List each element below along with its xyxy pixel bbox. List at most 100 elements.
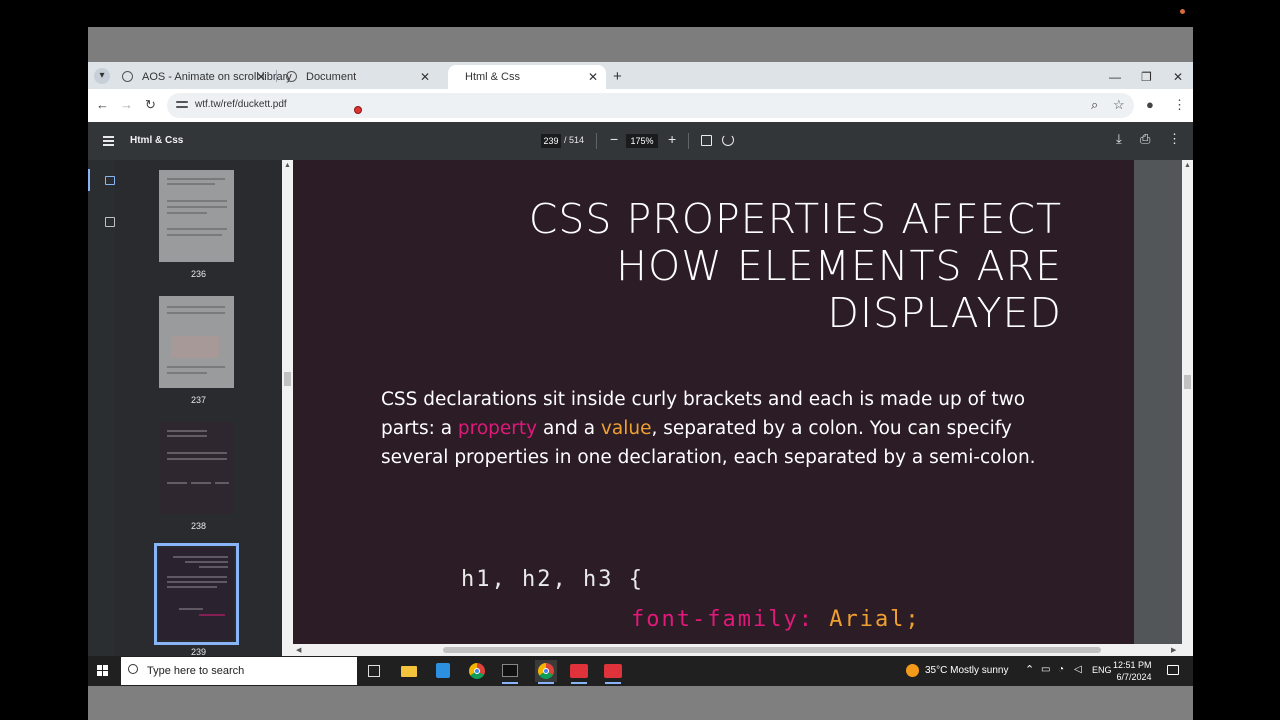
active-indicator (88, 169, 90, 191)
scroll-up-arrow-icon[interactable]: ▲ (1184, 162, 1191, 169)
vscode-icon[interactable] (432, 660, 454, 682)
thumbnail-page[interactable] (159, 422, 234, 514)
screen-recorder-icon[interactable] (568, 660, 590, 684)
thumbnail-page[interactable] (159, 170, 234, 262)
weather-text[interactable]: 35°C Mostly sunny (925, 665, 1008, 676)
tab-separator (276, 70, 277, 82)
zoom-icon[interactable]: ⌕ (1091, 96, 1098, 114)
code-value: Arial; (829, 607, 921, 632)
search-icon (128, 664, 138, 674)
toolbar-divider (688, 133, 689, 149)
page-total: / 514 (564, 135, 585, 145)
file-explorer-icon[interactable] (398, 660, 420, 682)
tab-title: Document (306, 71, 357, 83)
document-scrollbar[interactable]: ▲ ▼ (1182, 160, 1193, 684)
chevron-up-icon[interactable]: ⌃ (1025, 663, 1034, 676)
clock-date: 6/7/2024 (1116, 672, 1152, 682)
zoom-out-icon[interactable]: − (610, 131, 618, 147)
recording-indicator (1180, 9, 1185, 14)
volume-icon[interactable]: ◁ (1074, 664, 1082, 675)
close-window-icon[interactable]: ✕ (1173, 65, 1183, 89)
chrome-active-icon[interactable] (535, 660, 557, 684)
scroll-left-arrow-icon[interactable]: ◀ (296, 646, 301, 654)
bottom-letterbox (88, 686, 1193, 720)
screen-recorder-icon[interactable] (602, 660, 624, 684)
page-heading: CSS PROPERTIES AFFECT HOW ELEMENTS ARE D… (529, 196, 1062, 337)
profile-icon[interactable]: ● (1146, 96, 1154, 114)
scrollbar-thumb[interactable] (443, 647, 1101, 653)
thumbnails-icon[interactable] (105, 176, 115, 185)
windows-taskbar: Type here to search 35°C Mostly sunny ⌃ … (88, 656, 1193, 686)
scrollbar-thumb[interactable] (284, 372, 291, 386)
fit-page-icon[interactable] (701, 135, 712, 146)
scroll-up-arrow-icon[interactable]: ▲ (284, 162, 291, 169)
back-arrow-icon[interactable]: ← (96, 96, 109, 114)
site-info-icon[interactable] (176, 99, 188, 111)
wifi-icon[interactable]: ◔ (1058, 664, 1064, 675)
kebab-menu-icon[interactable]: ⋮ (1173, 96, 1186, 114)
forward-arrow-icon[interactable]: → (120, 96, 133, 114)
chrome-icon[interactable] (466, 660, 488, 682)
zoom-level-input[interactable]: 175% (626, 134, 658, 148)
paragraph-text: and a (537, 418, 601, 439)
scrollbar-thumb[interactable] (1184, 375, 1191, 389)
tab-aos[interactable]: AOS - Animate on scroll library ✕ (114, 65, 292, 89)
language-indicator[interactable]: ENG (1092, 665, 1112, 675)
sidebar-rail (88, 160, 115, 684)
thumbnail-panel: 236 237 238 239 (115, 160, 282, 684)
toolbar-divider (596, 133, 597, 149)
windows-start-icon[interactable] (97, 665, 109, 677)
reload-icon[interactable]: ↻ (145, 96, 156, 114)
code-declaration-line: font-family: Arial; (631, 607, 921, 632)
system-clock[interactable]: 12:51 PM 6/7/2024 (1113, 659, 1152, 683)
notification-icon[interactable] (1167, 665, 1179, 675)
close-icon[interactable]: ✕ (588, 65, 598, 89)
hamburger-menu-icon[interactable] (103, 136, 114, 146)
thumbnail-page-number: 238 (190, 521, 207, 531)
heading-line: CSS PROPERTIES AFFECT (528, 195, 1062, 243)
close-icon[interactable]: ✕ (420, 65, 430, 89)
plus-icon[interactable]: + (613, 65, 622, 89)
outline-icon[interactable] (105, 217, 115, 227)
minimize-icon[interactable]: — (1109, 65, 1121, 89)
close-icon[interactable]: ✕ (256, 65, 266, 89)
code-selector-line: h1, h2, h3 { (461, 567, 644, 592)
recording-frame: ▾ AOS - Animate on scroll library ✕ Docu… (0, 0, 1280, 720)
more-options-icon[interactable]: ⋮ (1168, 131, 1181, 147)
thumbnail-page[interactable] (159, 296, 234, 388)
address-bar[interactable]: wtf.tw/ref/duckett.pdf ⌕ ☆ (167, 93, 1134, 118)
scroll-right-arrow-icon[interactable]: ▶ (1171, 646, 1176, 654)
pdf-page: CSS PROPERTIES AFFECT HOW ELEMENTS ARE D… (293, 160, 1134, 644)
rotate-icon[interactable] (722, 134, 734, 146)
network-icon[interactable]: ▭ (1041, 664, 1050, 675)
tab-html-css[interactable]: Html & Css ✕ (448, 65, 606, 89)
body-paragraph: CSS declarations sit inside curly bracke… (381, 385, 1061, 472)
taskbar-search[interactable]: Type here to search (121, 657, 357, 685)
zoom-in-icon[interactable]: + (668, 131, 676, 147)
document-area[interactable]: CSS PROPERTIES AFFECT HOW ELEMENTS ARE D… (293, 160, 1193, 684)
thumbnail-scrollbar[interactable]: ▲ ▼ (282, 160, 293, 684)
property-keyword: property (457, 418, 538, 439)
url-text[interactable]: wtf.tw/ref/duckett.pdf (195, 99, 287, 110)
value-keyword: value (600, 418, 652, 439)
print-icon[interactable]: ⎙ (1140, 131, 1150, 147)
page-number-input[interactable]: 239 (541, 134, 561, 148)
weather-sun-icon[interactable] (906, 664, 919, 677)
code-property: font-family: (631, 607, 814, 632)
pdf-toolbar: Html & Css 239 / 514 − 175% + ⤓ ⎙ ⋮ (88, 122, 1193, 160)
terminal-icon[interactable] (499, 660, 521, 684)
thumbnail-page-number: 236 (190, 269, 207, 279)
tab-document[interactable]: Document ✕ (278, 65, 438, 89)
horizontal-scrollbar[interactable]: ◀ ▶ (293, 644, 1182, 656)
top-letterbox (88, 27, 1193, 62)
restore-icon[interactable]: ❐ (1141, 65, 1152, 89)
chevron-down-icon[interactable]: ▾ (94, 68, 110, 84)
mouse-cursor (354, 106, 362, 114)
globe-icon (122, 71, 133, 82)
tab-strip: ▾ AOS - Animate on scroll library ✕ Docu… (88, 62, 1193, 89)
thumbnail-page-number: 237 (190, 395, 207, 405)
star-icon[interactable]: ☆ (1113, 96, 1125, 114)
task-view-icon[interactable] (363, 660, 385, 682)
download-icon[interactable]: ⤓ (1116, 131, 1122, 147)
thumbnail-page-selected[interactable] (154, 543, 239, 645)
